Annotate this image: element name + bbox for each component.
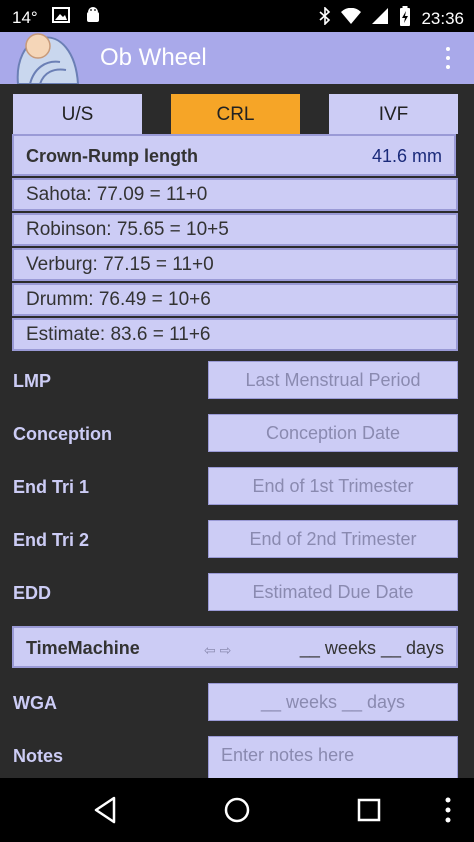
result-sahota: Sahota: 77.09 = 11+0 [12, 178, 458, 211]
recents-icon[interactable] [348, 794, 388, 826]
notes-field[interactable]: Enter notes here [208, 736, 458, 778]
clock-text: 23:36 [421, 8, 464, 28]
tab-ivf[interactable]: IVF [329, 94, 458, 134]
time-machine-value[interactable]: __ weeks __ days [300, 638, 444, 659]
bluetooth-icon [319, 6, 331, 30]
end-tri-2-label: End Tri 2 [13, 530, 90, 550]
result-estimate: Estimate: 83.6 = 11+6 [12, 318, 458, 351]
wga-field[interactable]: __ weeks __ days [208, 683, 458, 721]
tab-crl[interactable]: CRL [171, 94, 300, 134]
end-tri-1-label: End Tri 1 [13, 477, 90, 497]
temperature-text: 14° [12, 7, 38, 27]
signal-icon [371, 7, 389, 30]
lmp-label: LMP [13, 371, 51, 391]
notes-row: Notes Enter notes here [0, 736, 474, 778]
more-vert-icon[interactable] [428, 794, 468, 826]
wifi-icon [341, 7, 362, 29]
result-robinson: Robinson: 75.65 = 10+5 [12, 213, 458, 246]
image-icon [51, 7, 70, 28]
time-machine-row[interactable]: TimeMachine ⇦ ⇨ __ weeks __ days [12, 626, 458, 668]
more-vert-icon[interactable] [438, 42, 458, 74]
status-bar: 14° 23:36 [0, 0, 474, 32]
end-tri-1-field[interactable]: End of 1st Trimester [208, 467, 458, 505]
conception-row: Conception Conception Date [0, 414, 474, 454]
notes-label: Notes [13, 746, 64, 766]
wga-label: WGA [13, 693, 57, 713]
end-tri-2-row: End Tri 2 End of 2nd Trimester [0, 520, 474, 560]
crl-label: Crown-Rump length [26, 146, 198, 166]
end-tri-1-row: End Tri 1 End of 1st Trimester [0, 467, 474, 507]
conception-field[interactable]: Conception Date [208, 414, 458, 452]
tab-bar: U/S CRL IVF [0, 94, 474, 134]
edd-row: EDD Estimated Due Date [0, 573, 474, 613]
wga-row: WGA __ weeks __ days [0, 683, 474, 723]
edd-field[interactable]: Estimated Due Date [208, 573, 458, 611]
home-icon[interactable] [217, 794, 257, 826]
back-icon[interactable] [86, 794, 126, 826]
system-nav-bar [0, 778, 474, 842]
tab-us[interactable]: U/S [13, 94, 142, 134]
app-bar: Ob Wheel [0, 32, 474, 85]
result-verburg: Verburg: 77.15 = 11+0 [12, 248, 458, 281]
app-title: Ob Wheel [100, 44, 207, 71]
android-icon [84, 6, 102, 29]
conception-label: Conception [13, 424, 112, 444]
baby-logo-icon [10, 32, 80, 85]
time-shift-arrows-icon[interactable]: ⇦ ⇨ [204, 642, 231, 659]
lmp-row: LMP Last Menstrual Period [0, 361, 474, 401]
lmp-field[interactable]: Last Menstrual Period [208, 361, 458, 399]
time-machine-label: TimeMachine [26, 638, 140, 658]
crl-input-row[interactable]: Crown-Rump length 41.6 mm [12, 134, 456, 176]
end-tri-2-field[interactable]: End of 2nd Trimester [208, 520, 458, 558]
battery-charging-icon [399, 6, 411, 31]
edd-label: EDD [13, 583, 52, 603]
result-drumm: Drumm: 76.49 = 10+6 [12, 283, 458, 316]
crl-value[interactable]: 41.6 mm [372, 146, 442, 167]
